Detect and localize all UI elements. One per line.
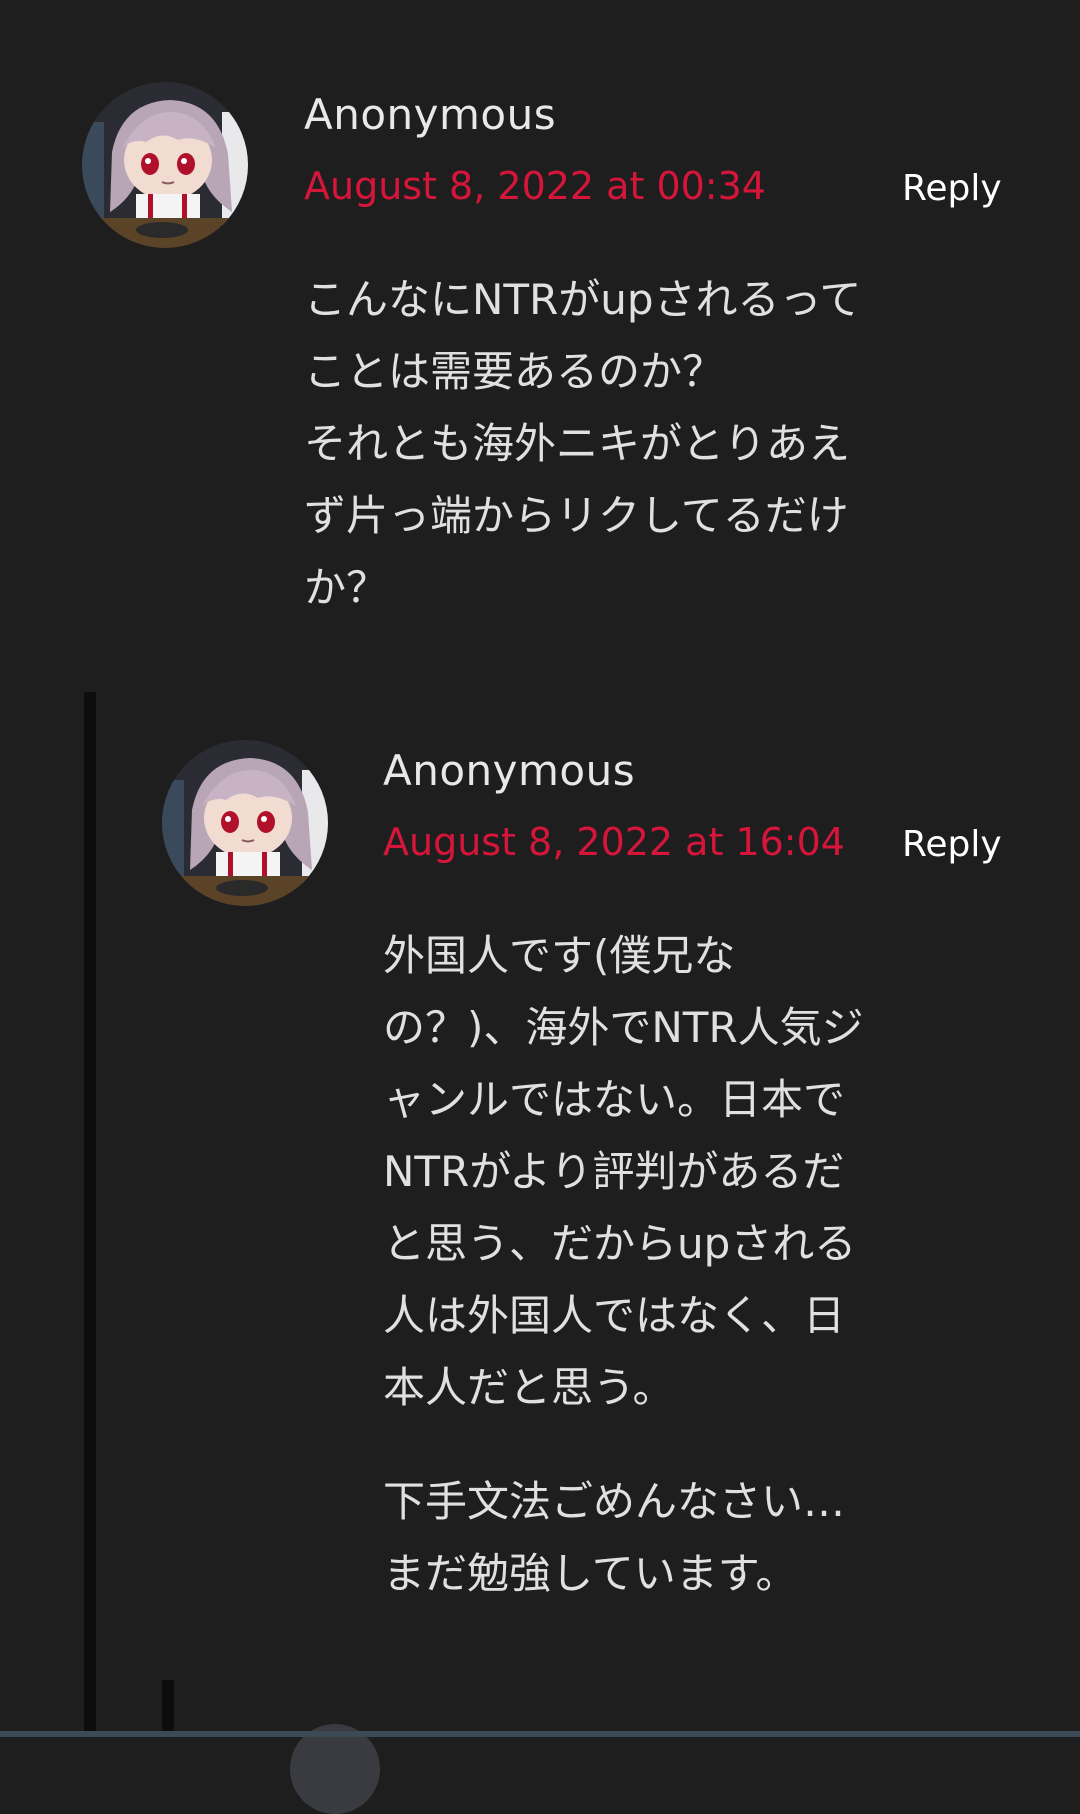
comment-line: と思う、だからupされる [383, 1219, 857, 1268]
anime-character-avatar-icon [162, 740, 328, 906]
avatar[interactable] [290, 1724, 380, 1814]
comment-date-link[interactable]: August 8, 2022 at 00:34 [304, 164, 766, 208]
comment-author: Anonymous [383, 746, 636, 795]
avatar[interactable] [82, 82, 248, 248]
comment-paragraph: 外国人です(僕兄な の？)、海外でNTR人気ジ ャンルではない。日本で NTRが… [383, 920, 953, 1424]
comment-line: ず片っ端からリクしてるだけ [304, 491, 849, 540]
reply-thread-line [84, 692, 96, 1737]
comment-line: 外国人です(僕兄な [383, 931, 736, 980]
comment-line: 人は外国人ではなく、日 [383, 1291, 846, 1340]
comment-body: こんなにNTRがupされるって ことは需要あるのか？ それとも海外ニキがとりあえ… [304, 264, 874, 624]
comment-line: まだ勉強しています。 [383, 1549, 798, 1598]
page-bottom-edge [0, 1731, 1080, 1737]
comment-line: 下手文法ごめんなさい… [383, 1477, 846, 1526]
comment-line: それとも海外ニキがとりあえ [304, 419, 851, 468]
comment-line: ことは需要あるのか？ [304, 347, 725, 396]
comment-line: 本人だと思う。 [383, 1363, 675, 1412]
comment-body: 外国人です(僕兄な の？)、海外でNTR人気ジ ャンルではない。日本で NTRが… [383, 920, 953, 1610]
comment-line: こんなにNTRがupされるって [304, 275, 862, 324]
comment-paragraph: 下手文法ごめんなさい… まだ勉強しています。 [383, 1466, 953, 1610]
avatar[interactable] [162, 740, 328, 906]
comment-line: NTRがより評判があるだ [383, 1147, 845, 1196]
comment-line: の？)、海外でNTR人気ジ [383, 1003, 864, 1052]
reply-button[interactable]: Reply [902, 168, 1002, 209]
comment-paragraph: こんなにNTRがupされるって ことは需要あるのか？ それとも海外ニキがとりあえ… [304, 264, 874, 624]
comment-line: か？ [304, 563, 389, 612]
comment-author: Anonymous [304, 90, 557, 139]
nested-reply-thread-line [162, 1680, 174, 1737]
comment-line: ャンルではない。日本で [383, 1075, 846, 1124]
reply-button[interactable]: Reply [902, 824, 1002, 865]
comment-date-link[interactable]: August 8, 2022 at 16:04 [383, 820, 845, 864]
anime-character-avatar-icon [82, 82, 248, 248]
